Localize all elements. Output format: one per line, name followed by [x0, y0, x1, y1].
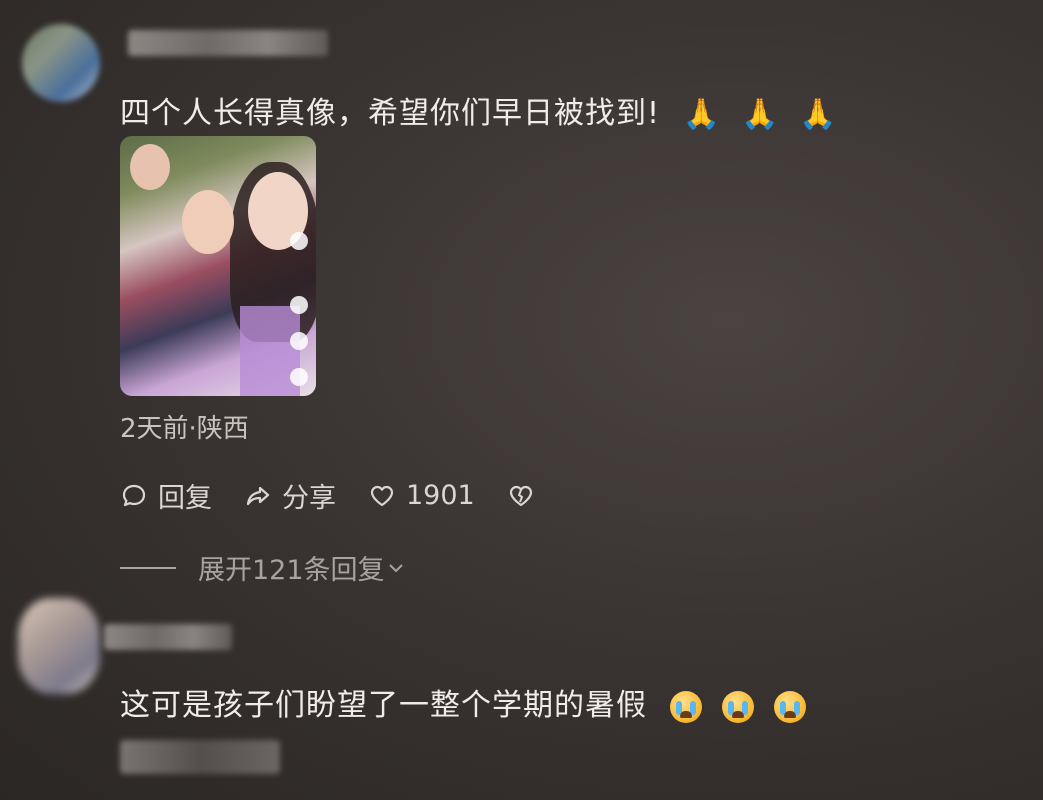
photo-overlay-icon — [290, 368, 308, 386]
dislike-button[interactable] — [507, 482, 535, 510]
photo-overlay-icon — [290, 332, 308, 350]
crying-face-icon — [773, 690, 806, 723]
divider-line — [120, 566, 176, 569]
comment-actions: 回复 分享 1901 — [120, 476, 567, 515]
expand-replies-label: 展开121条回复 — [198, 555, 385, 586]
photo-detail — [182, 190, 234, 254]
avatar[interactable] — [22, 24, 100, 102]
like-button[interactable]: 1901 — [368, 480, 475, 511]
share-button[interactable]: 分享 — [244, 476, 336, 515]
comment-image[interactable] — [120, 136, 316, 396]
crying-face-icon — [669, 690, 702, 723]
reply-label: 回复 — [158, 483, 212, 514]
photo-overlay-icon — [290, 296, 308, 314]
comment-text: 这可是孩子们盼望了一整个学期的暑假 — [120, 680, 806, 724]
heart-icon — [370, 485, 394, 506]
comment-meta: 2天前·陕西 — [120, 414, 249, 444]
emoji-group — [669, 690, 806, 723]
share-arrow-icon — [246, 486, 270, 505]
chevron-down-icon — [388, 563, 403, 572]
username-blurred[interactable] — [104, 624, 232, 650]
comment-body: 四个人长得真像，希望你们早日被找到! — [120, 96, 661, 131]
broken-heart-icon — [509, 485, 532, 506]
share-label: 分享 — [282, 483, 336, 514]
crying-face-icon — [721, 690, 754, 723]
reply-button[interactable]: 回复 — [120, 476, 212, 515]
avatar[interactable] — [18, 598, 100, 694]
photo-detail — [130, 144, 170, 190]
like-count: 1901 — [406, 480, 475, 511]
emoji-group: 🙏 🙏 🙏 — [682, 96, 838, 132]
comment-body: 这可是孩子们盼望了一整个学期的暑假 — [120, 688, 647, 723]
comment-text: 四个人长得真像，希望你们早日被找到! 🙏 🙏 🙏 — [120, 88, 838, 132]
comment-bubble-icon — [122, 484, 146, 506]
username-blurred[interactable] — [128, 30, 328, 56]
comment-meta-blurred — [120, 740, 280, 774]
pray-emoji-icon: 🙏 — [799, 96, 838, 132]
pray-emoji-icon: 🙏 — [740, 96, 780, 132]
expand-replies-button[interactable]: 展开121条回复 — [120, 548, 407, 587]
pray-emoji-icon: 🙏 — [682, 96, 721, 132]
photo-overlay-icon — [290, 232, 308, 250]
